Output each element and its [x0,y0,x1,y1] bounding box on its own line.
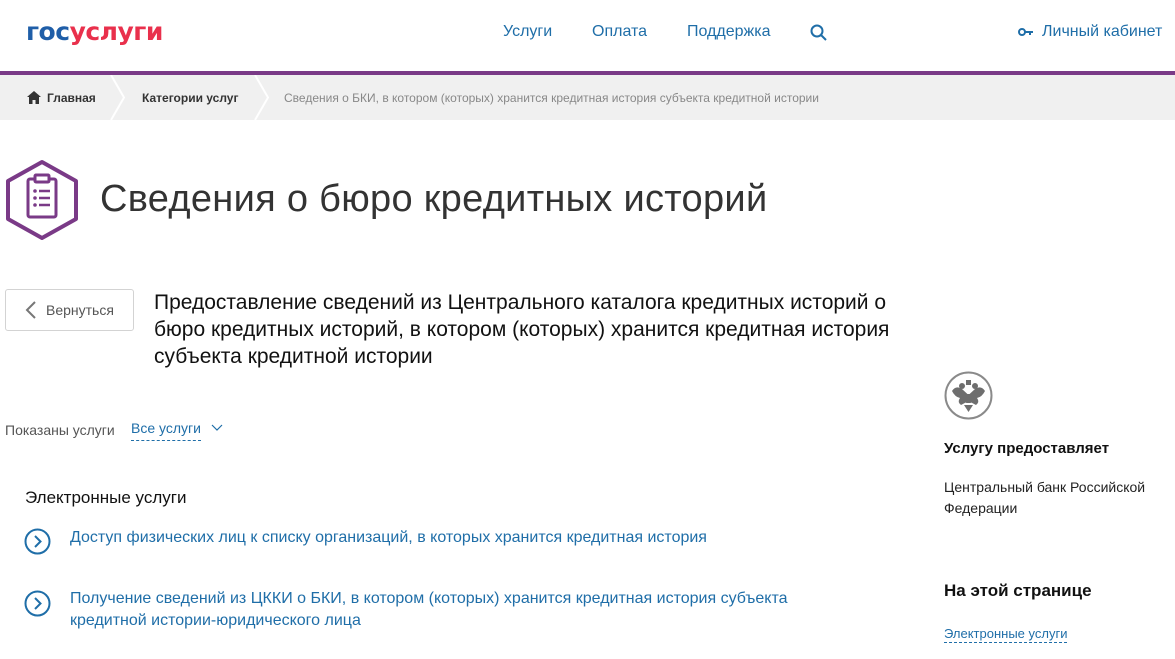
breadcrumb-current: Сведения о БКИ, в котором (которых) хран… [284,90,819,105]
key-icon [1018,28,1033,36]
page-subtitle: Предоставление сведений из Центрального … [154,291,890,368]
nav-support[interactable]: Поддержка [687,22,770,42]
gosuslugi-logo[interactable]: госуслуги [26,17,163,47]
filter-label: Показаны услуги [5,422,115,438]
page-title: Сведения о бюро кредитных историй [100,178,768,220]
anchor-link-electronic-services[interactable]: Электронные услуги [944,625,1068,643]
services-filter-dropdown[interactable]: Все услуги [131,419,201,441]
breadcrumb: Главная Категории услуг Сведения о БКИ, … [0,75,1175,120]
clipboard-list-icon [6,160,78,240]
back-button[interactable]: Вернуться [5,289,134,331]
service-link[interactable]: Получение сведений из ЦККИ о БКИ, в кото… [70,588,850,632]
breadcrumb-separator [254,75,270,120]
section-title-electronic-services: Электронные услуги [25,488,187,507]
chevron-left-icon [25,301,36,319]
breadcrumb-home-label: Главная [47,90,96,105]
search-icon[interactable] [810,24,828,42]
logo-part-gos: гос [26,17,70,46]
cabinet-label: Личный кабинет [1042,23,1163,40]
breadcrumb-home[interactable]: Главная [27,75,96,120]
breadcrumb-separator [110,75,126,120]
provider-name: Центральный банк Российской Федерации [944,479,1146,516]
logo-part-uslugi: услуги [69,17,164,46]
arrow-circle-right-icon[interactable] [24,590,51,617]
site-header: госуслуги Услуги Оплата Поддержка Личный… [0,0,1175,72]
breadcrumb-categories[interactable]: Категории услуг [142,75,238,120]
chevron-down-icon[interactable] [211,423,223,432]
nav-payment[interactable]: Оплата [592,22,647,42]
coat-of-arms-icon [944,371,993,420]
on-page-heading: На этой странице [944,581,1092,600]
nav-services[interactable]: Услуги [503,22,552,42]
arrow-circle-right-icon[interactable] [24,528,51,555]
back-button-label: Вернуться [46,302,114,318]
personal-cabinet-link[interactable]: Личный кабинет [1018,22,1162,42]
provider-heading: Услугу предоставляет [944,440,1110,457]
service-link[interactable]: Доступ физических лиц к списку организац… [70,527,870,549]
home-icon [27,91,41,104]
